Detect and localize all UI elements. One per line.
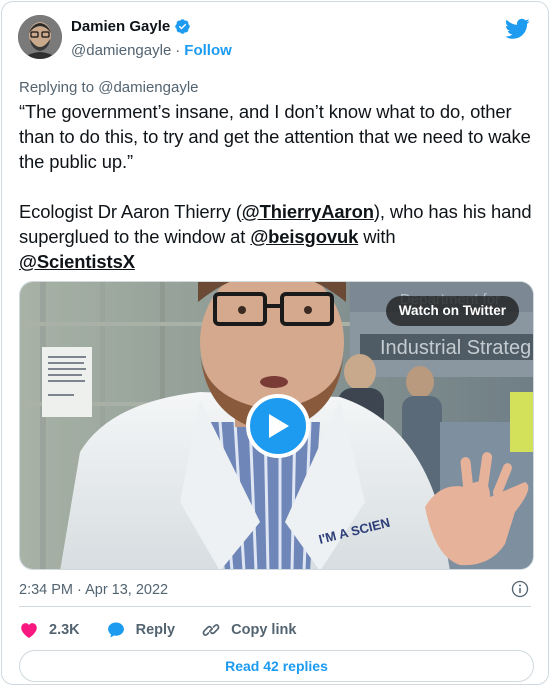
tweet-body-prefix: Ecologist Dr Aaron Thierry ( (19, 201, 242, 222)
divider (19, 606, 531, 607)
twitter-bird-icon[interactable] (505, 18, 530, 40)
author-display-name[interactable]: Damien Gayle (71, 18, 170, 35)
watch-on-twitter-button[interactable]: Watch on Twitter (385, 296, 519, 326)
copy-link-label: Copy link (231, 622, 297, 638)
mention-beisgovuk[interactable]: @beisgovuk (250, 226, 358, 247)
tweet-text: “The government’s insane, and I don’t kn… (19, 99, 535, 274)
like-count: 2.3K (49, 622, 80, 638)
author-name-row[interactable]: Damien Gayle (71, 18, 191, 35)
like-button[interactable]: 2.3K (19, 620, 80, 640)
replying-to-prefix: Replying to (19, 79, 95, 96)
handle-separator: · (175, 42, 181, 59)
info-icon[interactable] (511, 580, 529, 598)
author-avatar[interactable] (18, 15, 62, 59)
action-bar: 2.3K Reply Copy link (19, 620, 322, 640)
heart-icon (21, 623, 37, 638)
video-thumbnail[interactable]: Industrial Strateg Department for (19, 281, 534, 570)
reply-label: Reply (135, 622, 176, 638)
author-handle[interactable]: @damiengayle (71, 42, 171, 59)
follow-link[interactable]: Follow (184, 42, 232, 59)
copy-link-button[interactable]: Copy link (201, 620, 296, 640)
play-button[interactable] (246, 394, 310, 458)
tweet-body: Ecologist Dr Aaron Thierry (@ThierryAaro… (19, 199, 535, 274)
background-sign-text: Industrial Strateg (380, 337, 531, 359)
read-replies-button[interactable]: Read 42 replies (19, 650, 534, 682)
link-icon (202, 623, 220, 637)
tweet-card: Damien Gayle @damiengayle · Follow Reply… (1, 1, 549, 685)
verified-badge-icon (175, 19, 190, 34)
tweet-quote: “The government’s insane, and I don’t kn… (19, 101, 531, 172)
tweet-body-with: with (358, 226, 396, 247)
reply-button[interactable]: Reply (106, 620, 176, 640)
replying-to-handle[interactable]: @damiengayle (98, 79, 198, 96)
replying-to: Replying to @damiengayle (19, 79, 199, 96)
mention-scientistsx[interactable]: @ScientistsX (19, 251, 135, 272)
play-icon (269, 414, 289, 438)
speech-bubble-icon (107, 622, 124, 638)
mention-thierryaaron[interactable]: @ThierryAaron (242, 201, 374, 222)
author-handle-row: @damiengayle · Follow (71, 42, 232, 59)
tweet-timestamp[interactable]: 2:34 PM · Apr 13, 2022 (19, 582, 168, 598)
